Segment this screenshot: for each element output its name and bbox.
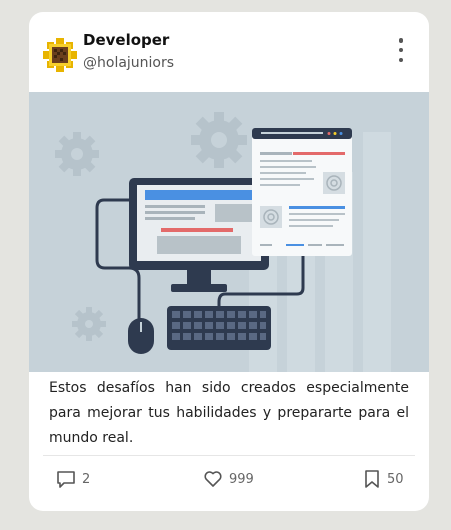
comment-icon: [57, 471, 75, 488]
author-handle[interactable]: @holajuniors: [83, 55, 174, 71]
bookmark-button[interactable]: 50: [363, 467, 404, 491]
post-header: Developer @holajuniors: [29, 12, 429, 92]
post-card: Developer @holajuniors Estos desafíos ha…: [29, 12, 429, 511]
heart-icon: [204, 471, 222, 487]
comment-count: 2: [82, 471, 91, 487]
author-name[interactable]: Developer: [83, 31, 169, 49]
comment-button[interactable]: 2: [56, 467, 90, 491]
avatar[interactable]: [43, 38, 77, 72]
like-count: 999: [229, 471, 254, 487]
more-vertical-icon[interactable]: [391, 38, 411, 62]
divider: [43, 455, 415, 456]
like-button[interactable]: 999: [203, 467, 254, 491]
post-description: Estos desafíos han sido creados especial…: [49, 380, 409, 446]
bookmark-count: 50: [387, 471, 404, 487]
post-image: [29, 92, 429, 372]
bookmark-icon: [365, 470, 379, 488]
sunflower-pixel-icon: [43, 38, 77, 72]
